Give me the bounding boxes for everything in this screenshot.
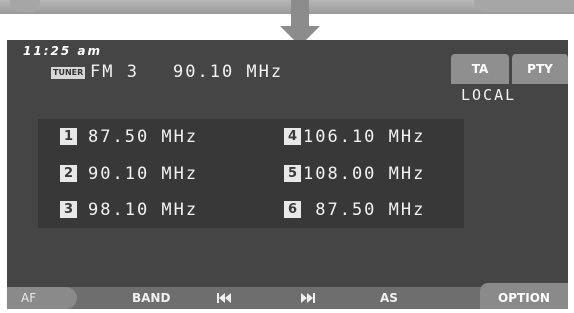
preset-list: 1 87.50 MHz 2 90.10 MHz 3 98.10 MHz 4 10…: [38, 119, 464, 228]
preset-number: 4: [284, 128, 301, 145]
preset-frequency: 98.10 MHz: [88, 200, 199, 220]
af-button[interactable]: AF: [7, 287, 77, 309]
preset-number: 5: [284, 165, 301, 182]
preset-1[interactable]: 1 87.50 MHz: [60, 126, 240, 148]
ta-button[interactable]: TA: [451, 54, 509, 84]
skip-back-icon[interactable]: [217, 293, 231, 303]
preset-frequency: 106.10 MHz: [303, 127, 426, 147]
clock-time: 11:25 am: [23, 44, 102, 58]
previous-screen-left-tab: [10, 0, 40, 12]
preset-6[interactable]: 6 87.50 MHz: [284, 199, 462, 221]
option-button[interactable]: OPTION: [480, 283, 568, 309]
pty-button[interactable]: PTY: [512, 54, 568, 84]
as-button[interactable]: AS: [380, 287, 398, 309]
preset-frequency: 87.50 MHz: [303, 200, 426, 220]
preset-number: 3: [60, 201, 77, 218]
preset-frequency: 87.50 MHz: [88, 127, 199, 147]
band-label: FM 3: [90, 62, 139, 82]
skip-forward-icon[interactable]: [301, 293, 315, 303]
preset-frequency: 90.10 MHz: [88, 164, 199, 184]
preset-number: 1: [60, 128, 77, 145]
source-badge: TUNER: [51, 67, 86, 79]
previous-screen-right-tab: [474, 0, 574, 12]
bottom-control-bar: AF BAND AS OPTION: [7, 283, 568, 309]
preset-frequency: 108.00 MHz: [303, 164, 426, 184]
preset-number: 2: [60, 165, 77, 182]
tuner-screen: 11:25 am TUNER FM 3 90.10 MHz TA PTY LOC…: [7, 40, 568, 309]
band-button[interactable]: BAND: [132, 287, 170, 309]
local-indicator: LOCAL: [461, 86, 517, 104]
preset-4[interactable]: 4 106.10 MHz: [284, 126, 462, 148]
preset-3[interactable]: 3 98.10 MHz: [60, 199, 240, 221]
current-frequency: 90.10 MHz: [173, 62, 284, 82]
preset-5[interactable]: 5 108.00 MHz: [284, 163, 462, 185]
preset-number: 6: [284, 201, 301, 218]
preset-2[interactable]: 2 90.10 MHz: [60, 163, 240, 185]
